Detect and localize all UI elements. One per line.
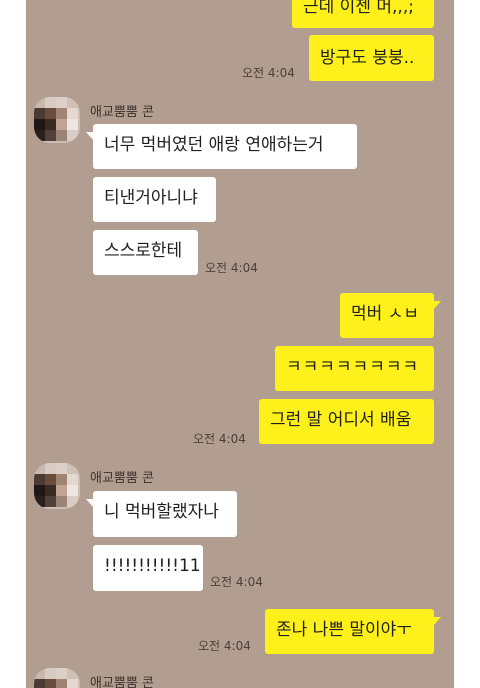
- message-timestamp: 오전 4:04: [242, 66, 295, 80]
- chat-area: 근데 이젠 머,,,; 방구도 붕붕.. 오전 4:04 애교뿜뿜 콘 너무 먹…: [26, 0, 454, 688]
- sender-name: 애교뿜뿜 콘: [90, 105, 154, 120]
- message-timestamp: 오전 4:04: [193, 432, 246, 446]
- message-text: 존나 나쁜 말이야ㅜ: [276, 620, 412, 640]
- message-text: !!!!!!!!!!!11: [104, 556, 201, 576]
- message-timestamp: 오전 4:04: [198, 639, 251, 653]
- sender-name: 애교뿜뿜 콘: [90, 471, 154, 486]
- message-bubble-outgoing[interactable]: ㅋㅋㅋㅋㅋㅋㅋㅋ: [275, 346, 434, 391]
- message-text: ㅋㅋㅋㅋㅋㅋㅋㅋ: [286, 357, 420, 377]
- avatar[interactable]: [34, 463, 80, 509]
- message-bubble-incoming[interactable]: 니 먹버할랬자나: [86, 491, 237, 537]
- message-bubble-outgoing[interactable]: 존나 나쁜 말이야ㅜ: [265, 609, 441, 654]
- message-timestamp: 오전 4:04: [205, 261, 258, 275]
- message-timestamp: 오전 4:04: [210, 575, 263, 589]
- message-bubble-outgoing[interactable]: 방구도 붕붕..: [309, 35, 434, 81]
- avatar[interactable]: [34, 97, 80, 143]
- message-text: 먹버 ㅅㅂ: [351, 304, 419, 324]
- message-text: 니 먹버할랬자나: [104, 502, 219, 522]
- message-bubble-incoming[interactable]: 스스로한테: [93, 230, 198, 275]
- message-bubble-incoming[interactable]: 티낸거아니냐: [93, 177, 216, 222]
- message-bubble-outgoing[interactable]: 근데 이젠 머,,,;: [292, 0, 434, 28]
- message-bubble-outgoing[interactable]: 먹버 ㅅㅂ: [340, 293, 441, 338]
- message-bubble-outgoing[interactable]: 그런 말 어디서 배움: [259, 399, 434, 444]
- message-text: 티낸거아니냐: [104, 188, 198, 208]
- message-bubble-incoming[interactable]: 너무 먹버였던 애랑 연애하는거: [86, 124, 357, 169]
- avatar[interactable]: [34, 668, 80, 688]
- message-text: 근데 이젠 머,,,;: [303, 0, 414, 17]
- message-text: 그런 말 어디서 배움: [270, 410, 412, 430]
- message-bubble-incoming[interactable]: !!!!!!!!!!!11: [93, 545, 203, 591]
- sender-name: 애교뿜뿜 콘: [90, 676, 154, 688]
- message-text: 방구도 붕붕..: [320, 48, 415, 68]
- message-text: 스스로한테: [104, 241, 183, 261]
- message-text: 너무 먹버였던 애랑 연애하는거: [104, 135, 324, 155]
